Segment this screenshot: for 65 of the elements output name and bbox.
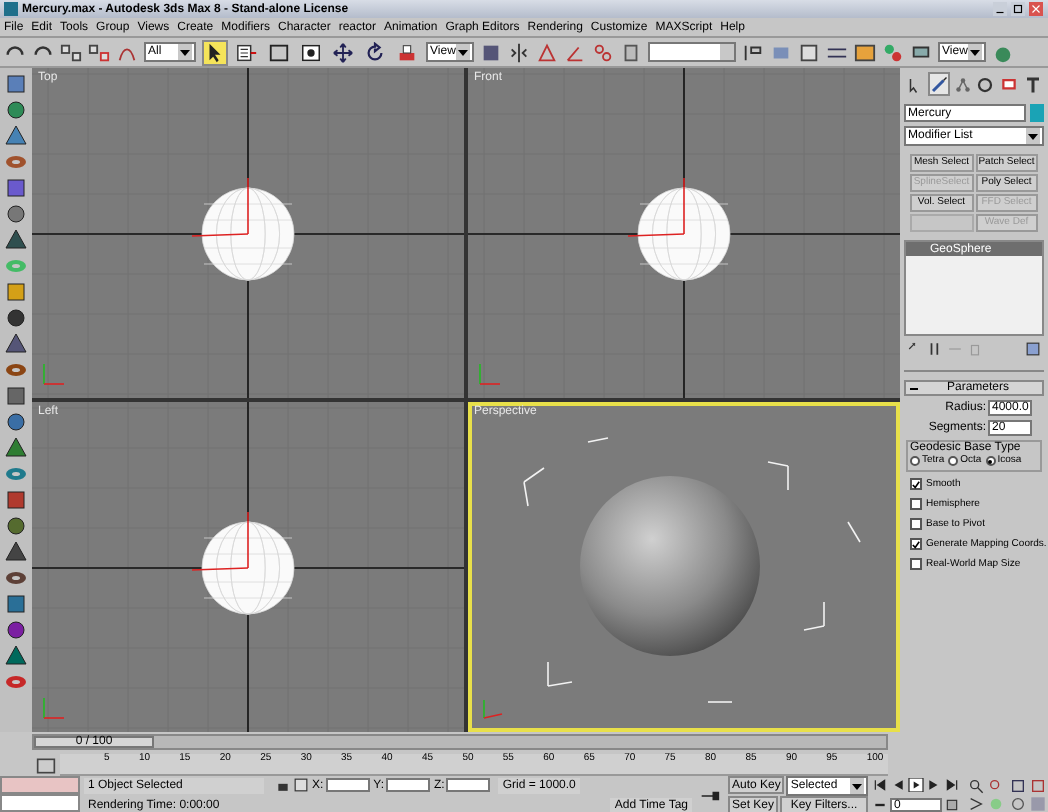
absolute-mode-icon[interactable] bbox=[294, 778, 308, 792]
zoom-extents-icon[interactable] bbox=[1009, 778, 1025, 794]
axis-tripod-icon bbox=[43, 697, 65, 719]
axis-tripod-icon bbox=[483, 699, 503, 719]
play-icon[interactable] bbox=[908, 778, 924, 792]
minimize-icon[interactable] bbox=[992, 2, 1008, 16]
sphere-drawing bbox=[201, 521, 295, 615]
coordinate-field[interactable] bbox=[446, 778, 491, 792]
caret-icon bbox=[458, 49, 468, 55]
zoom-all-icon[interactable] bbox=[988, 778, 1005, 794]
schematic-icon[interactable] bbox=[854, 41, 876, 63]
radio-button[interactable] bbox=[985, 456, 996, 466]
transform-gizmo bbox=[191, 177, 249, 237]
script-output-field[interactable] bbox=[0, 794, 80, 812]
align-icon[interactable] bbox=[742, 41, 764, 63]
go-to-end-icon[interactable] bbox=[944, 778, 960, 792]
sphere-icon[interactable] bbox=[4, 98, 28, 122]
previous-frame-icon[interactable] bbox=[890, 778, 906, 792]
spinner-snap-icon[interactable] bbox=[620, 41, 642, 63]
checkbox[interactable] bbox=[910, 538, 922, 550]
time-config-icon[interactable] bbox=[944, 798, 960, 812]
named-selection-field[interactable] bbox=[648, 42, 736, 62]
radio-button[interactable] bbox=[910, 456, 920, 466]
lock-icon[interactable] bbox=[276, 778, 290, 792]
caret-icon bbox=[970, 49, 980, 55]
box-icon[interactable] bbox=[4, 72, 28, 96]
transform-gizmo bbox=[627, 177, 685, 237]
render-setup-icon[interactable] bbox=[910, 41, 932, 63]
sphere-drawing bbox=[637, 187, 731, 281]
go-to-start-icon[interactable] bbox=[872, 778, 888, 792]
zoom-icon[interactable] bbox=[968, 778, 984, 794]
show-end-icon[interactable] bbox=[928, 342, 942, 356]
script-listener-field[interactable] bbox=[0, 776, 80, 794]
axis-tripod-icon bbox=[479, 363, 501, 385]
checkbox[interactable] bbox=[910, 558, 922, 570]
checkbox[interactable] bbox=[910, 518, 922, 530]
transform-gizmo bbox=[191, 511, 249, 571]
caret-icon bbox=[852, 783, 862, 789]
field-of-view-icon[interactable] bbox=[968, 796, 984, 812]
checkbox[interactable] bbox=[910, 498, 922, 510]
close-icon[interactable] bbox=[1028, 2, 1044, 16]
pivot-icon[interactable] bbox=[480, 41, 502, 63]
key-mode-toggle-icon[interactable] bbox=[872, 798, 888, 812]
checkbox[interactable] bbox=[910, 478, 922, 490]
layers-icon[interactable] bbox=[798, 41, 820, 63]
coordinate-field[interactable] bbox=[325, 778, 370, 792]
maximize-icon[interactable] bbox=[1010, 2, 1026, 16]
percent-snap-icon[interactable] bbox=[592, 41, 614, 63]
unlink-icon[interactable] bbox=[88, 41, 110, 63]
caret-icon bbox=[1028, 133, 1038, 139]
coordinate-field[interactable] bbox=[386, 778, 431, 792]
object-color-swatch[interactable] bbox=[1030, 104, 1044, 122]
radio-button[interactable] bbox=[948, 456, 959, 466]
angle-snap-icon[interactable] bbox=[564, 41, 586, 63]
next-frame-icon[interactable] bbox=[926, 778, 942, 792]
zoom-extents-all-icon[interactable] bbox=[1029, 778, 1046, 794]
configure-icon[interactable] bbox=[1026, 342, 1040, 356]
mirror-icon[interactable] bbox=[508, 41, 530, 63]
check-icon bbox=[912, 539, 920, 549]
snap-icon[interactable] bbox=[536, 41, 558, 63]
orbit-icon[interactable] bbox=[1009, 796, 1025, 812]
check-icon bbox=[912, 479, 920, 489]
axis-tripod-icon bbox=[43, 363, 65, 385]
caret-icon bbox=[180, 49, 190, 55]
sphere-drawing bbox=[201, 187, 295, 281]
